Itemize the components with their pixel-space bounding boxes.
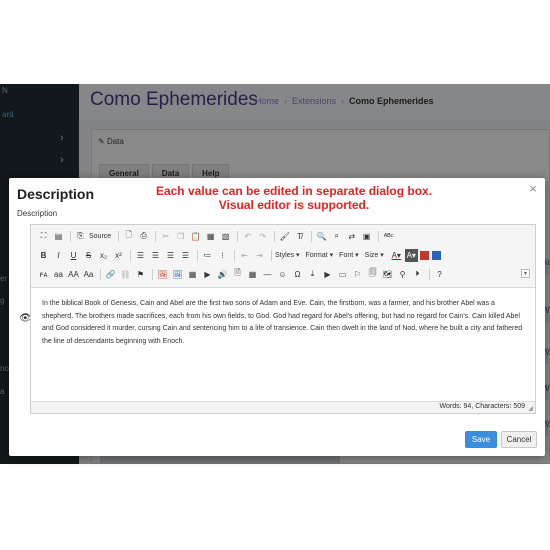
field-label: Description: [17, 209, 58, 218]
show-blocks-icon[interactable]: ▤: [52, 230, 65, 243]
promo-line-1: Each value can be edited in separate dia…: [155, 184, 433, 198]
source-icon[interactable]: ⎘: [74, 230, 87, 243]
help-icon[interactable]: ?: [433, 268, 446, 281]
toolbar-row-1: ⛶ ▤ ⎘ Source 🗋 ⎙ ✂ ❐ 📋 ▦ ▧ ↶ ↷ 🖌 T̸ 🔍 ⌕ …: [37, 229, 397, 243]
editor-toolbar: ⛶ ▤ ⎘ Source 🗋 ⎙ ✂ ❐ 📋 ▦ ▧ ↶ ↷ 🖌 T̸ 🔍 ⌕ …: [31, 225, 535, 288]
toolbar-collapse-icon[interactable]: ▾: [521, 269, 530, 278]
bold-icon[interactable]: B: [37, 249, 50, 262]
toolbar-row-2: B I U S x₂ x² ☰ ☰ ☰ ☰ ≔ ⁝ ⇤ ⇥ Styles ▾ F…: [37, 248, 444, 262]
location-pin-icon[interactable]: ⚲: [396, 268, 409, 281]
copy-formatting-icon[interactable]: 🖌: [278, 230, 291, 243]
font-dropdown[interactable]: Font ▾: [339, 251, 358, 259]
uppercase-icon[interactable]: AA: [67, 268, 80, 281]
superscript-icon[interactable]: x²: [112, 249, 125, 262]
unlink-icon[interactable]: ⛓: [119, 268, 132, 281]
audio-icon[interactable]: 🔊: [216, 268, 229, 281]
paste-word-icon[interactable]: ▧: [219, 230, 232, 243]
preview-icon[interactable]: 🗋: [122, 230, 135, 243]
promo-annotation: Each value can be edited in separate dia…: [149, 184, 439, 212]
link-icon[interactable]: 🔗: [104, 268, 117, 281]
iframe-icon[interactable]: ▭: [336, 268, 349, 281]
print-icon[interactable]: ⎙: [137, 230, 150, 243]
template-icon[interactable]: 🗐: [366, 268, 379, 281]
language-icon[interactable]: [431, 250, 441, 260]
video-icon[interactable]: ▶: [201, 268, 214, 281]
toolbar-row-3: ꜰᴀ aa AA Aa 🔗 ⛓ ⚑ 🖼 🖼 ▦ ▶ 🔊 🗎 ▦ — ☺ Ω ⤓ …: [37, 267, 448, 281]
paste-text-icon[interactable]: ▦: [204, 230, 217, 243]
underline-icon[interactable]: U: [67, 249, 80, 262]
format-dropdown[interactable]: Format ▾: [306, 251, 334, 259]
screenshot-stage: Como Ephemerides Home › Extensions › Como Ep…: [0, 0, 550, 550]
copy-icon[interactable]: ❐: [174, 230, 187, 243]
youtube-icon[interactable]: ▶: [321, 268, 334, 281]
redo-icon[interactable]: ↷: [256, 230, 269, 243]
size-dropdown[interactable]: Size ▾: [365, 251, 384, 259]
source-button[interactable]: Source: [89, 233, 111, 240]
smiley-icon[interactable]: ☺: [276, 268, 289, 281]
align-left-icon[interactable]: ☰: [134, 249, 147, 262]
background-color-icon[interactable]: A▾: [404, 248, 418, 262]
undo-icon[interactable]: ↶: [241, 230, 254, 243]
cancel-button[interactable]: Cancel: [501, 431, 537, 448]
resize-handle-icon[interactable]: ◢: [528, 405, 533, 412]
numbered-list-icon[interactable]: ≔: [201, 249, 214, 262]
remove-format-icon[interactable]: T̸: [293, 230, 306, 243]
promo-line-2: Visual editor is supported.: [218, 198, 370, 212]
indent-icon[interactable]: ⇥: [253, 249, 266, 262]
align-right-icon[interactable]: ☰: [164, 249, 177, 262]
cut-icon[interactable]: ✂: [159, 230, 172, 243]
align-justify-icon[interactable]: ☰: [179, 249, 192, 262]
language-icon[interactable]: [419, 250, 429, 260]
replace-icon[interactable]: ⇄: [345, 230, 358, 243]
table-icon[interactable]: ▦: [246, 268, 259, 281]
page-break-icon[interactable]: ⤓: [306, 268, 319, 281]
lowercase-icon[interactable]: aa: [52, 268, 65, 281]
text-color-icon[interactable]: A▾: [390, 249, 403, 262]
select-all-icon[interactable]: ▣: [360, 230, 373, 243]
dialog-title: Description: [17, 186, 95, 202]
media-icon[interactable]: ▦: [186, 268, 199, 281]
rich-text-editor: ⛶ ▤ ⎘ Source 🗋 ⎙ ✂ ❐ 📋 ▦ ▧ ↶ ↷ 🖌 T̸ 🔍 ⌕ …: [30, 224, 536, 414]
anchor-icon[interactable]: ⚑: [134, 268, 147, 281]
close-icon[interactable]: ×: [529, 181, 537, 196]
zoom-icon[interactable]: ⌕: [330, 230, 343, 243]
capitalize-icon[interactable]: Aa: [82, 268, 95, 281]
bullet-list-icon[interactable]: ⁝: [216, 249, 229, 262]
editor-status-bar: Words: 94, Characters: 509 ◢: [31, 401, 535, 413]
styles-dropdown[interactable]: Styles ▾: [275, 251, 300, 259]
italic-icon[interactable]: I: [52, 249, 65, 262]
subscript-icon[interactable]: x₂: [97, 249, 110, 262]
strikethrough-icon[interactable]: S: [82, 249, 95, 262]
align-center-icon[interactable]: ☰: [149, 249, 162, 262]
play-circle-icon[interactable]: ⏵: [411, 268, 424, 281]
image-icon[interactable]: 🖼: [156, 268, 169, 281]
spellcheck-icon[interactable]: ᴬᴮᶜ: [382, 230, 395, 243]
editor-content[interactable]: In the biblical Book of Genesis, Cain an…: [31, 288, 535, 401]
paste-icon[interactable]: 📋: [189, 230, 202, 243]
special-char-icon[interactable]: Ω: [291, 268, 304, 281]
save-button[interactable]: Save: [465, 431, 497, 448]
word-count: Words: 94, Characters: 509: [439, 403, 525, 410]
image-manager-icon[interactable]: 🖼: [171, 268, 184, 281]
font-case-icon[interactable]: ꜰᴀ: [37, 268, 50, 281]
map-icon[interactable]: 🗺: [381, 268, 394, 281]
description-dialog: Description Description × Each value can…: [9, 178, 545, 456]
flag-icon[interactable]: ⚐: [351, 268, 364, 281]
document-icon[interactable]: 🗎: [231, 268, 244, 281]
editor-paragraph: In the biblical Book of Genesis, Cain an…: [42, 300, 523, 345]
horizontal-rule-icon[interactable]: —: [261, 268, 274, 281]
outdent-icon[interactable]: ⇤: [238, 249, 251, 262]
find-icon[interactable]: 🔍: [315, 230, 328, 243]
maximize-icon[interactable]: ⛶: [37, 230, 50, 243]
